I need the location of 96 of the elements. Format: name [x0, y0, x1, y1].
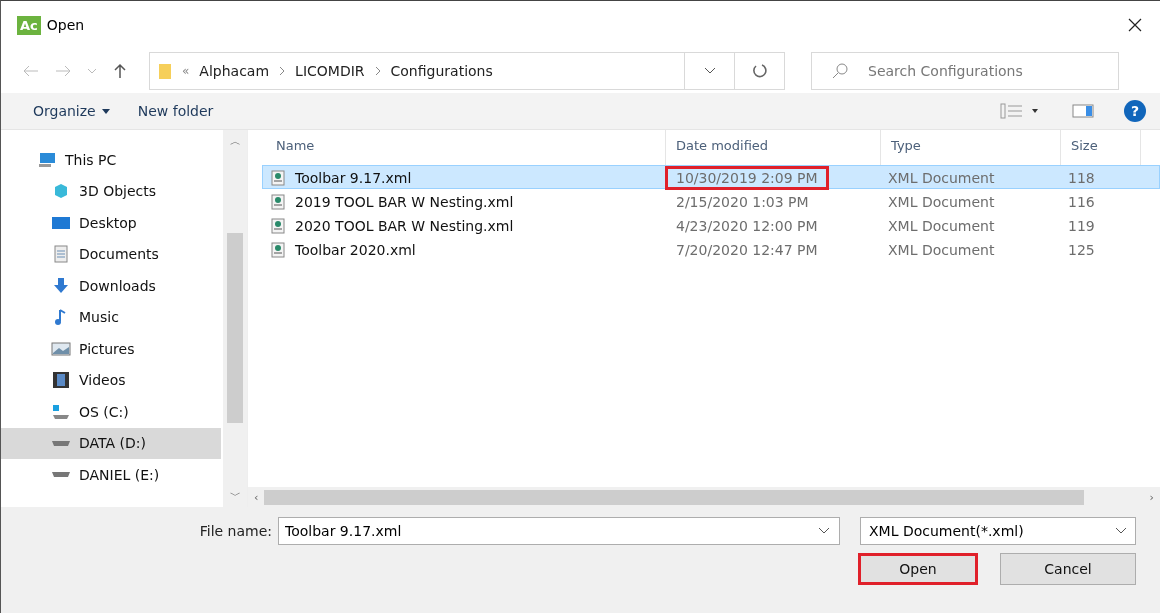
help-button[interactable]: ?	[1124, 100, 1146, 122]
sidebar-item[interactable]: Pictures	[1, 333, 221, 365]
preview-pane-button[interactable]	[1070, 102, 1096, 120]
chevron-down-icon	[87, 68, 97, 74]
recent-locations-button[interactable]	[85, 66, 99, 76]
file-name: 2019 TOOL BAR W Nesting.xml	[295, 194, 514, 210]
size-cell-text: 118	[1067, 170, 1096, 186]
file-row[interactable]: Toolbar 9.17.xml 10/30/2019 2:09 PM XML Document 118	[262, 165, 1160, 189]
app-logo: Ac	[17, 15, 41, 35]
picture-icon	[51, 339, 71, 358]
date-cell-text: 4/23/2020 12:00 PM	[675, 217, 819, 236]
path-overflow[interactable]: «	[182, 64, 190, 78]
sidebar-item[interactable]: Music	[1, 301, 221, 333]
drive-icon	[51, 472, 71, 478]
sidebar-label: Pictures	[79, 340, 135, 357]
chevron-down-icon	[1115, 527, 1127, 535]
sidebar-item[interactable]: OS (C:)	[1, 396, 221, 428]
sidebar-item[interactable]: 3D Objects	[1, 175, 221, 207]
folder-icon	[158, 62, 172, 80]
window-title: Open	[46, 17, 86, 33]
file-name: Toolbar 9.17.xml	[295, 170, 412, 186]
close-icon	[1128, 18, 1142, 32]
sidebar-label: Videos	[79, 372, 126, 389]
scroll-right-arrow[interactable]: ›	[1149, 486, 1154, 508]
xml-file-icon	[271, 170, 285, 186]
sidebar-label: Downloads	[79, 277, 156, 294]
xml-file-icon	[271, 194, 285, 210]
file-name: Toolbar 2020.xml	[295, 242, 416, 258]
back-button[interactable]	[21, 63, 41, 79]
document-icon	[51, 245, 71, 264]
sidebar-item[interactable]: DANIEL (E:)	[1, 459, 221, 491]
right-arrow-icon	[55, 65, 71, 77]
new-folder-button[interactable]: New folder	[137, 103, 970, 119]
vertical-scrollbar[interactable]: ︿ ﹀	[223, 130, 247, 507]
date-cell-text: 2/15/2020 1:03 PM	[675, 193, 810, 212]
address-bar[interactable]: « Alphacam LICOMDIR Configurations	[149, 52, 785, 90]
breadcrumb[interactable]: LICOMDIR	[295, 63, 365, 79]
sidebar-item[interactable]: Videos	[1, 364, 221, 396]
type-cell-text: XML Document	[887, 194, 996, 210]
organize-menu[interactable]: Organize	[33, 103, 110, 119]
date-cell-text: 7/20/2020 12:47 PM	[675, 241, 819, 260]
file-row[interactable]: 2020 TOOL BAR W Nesting.xml 4/23/2020 12:00 PM XML Document 119	[262, 213, 1160, 237]
pane-icon	[1072, 104, 1094, 118]
file-name-field[interactable]: Toolbar 9.17.xml	[278, 517, 840, 545]
xml-file-icon	[271, 218, 285, 234]
horizontal-scrollbar[interactable]: ‹ ›	[248, 487, 1160, 507]
sidebar-item[interactable]: DATA (D:)	[1, 427, 221, 459]
size-cell-text: 116	[1067, 194, 1096, 210]
search-icon	[831, 62, 849, 80]
drive-icon	[51, 402, 71, 421]
refresh-icon	[751, 63, 768, 79]
type-cell-text: XML Document	[887, 218, 996, 234]
sidebar-item[interactable]: Downloads	[1, 270, 221, 302]
size-cell-text: 119	[1067, 218, 1096, 234]
sidebar-item[interactable]: This PC	[1, 144, 221, 176]
sidebar-label: This PC	[65, 151, 117, 168]
sidebar-label: DANIEL (E:)	[79, 466, 160, 483]
scroll-up-arrow[interactable]: ︿	[229, 130, 241, 153]
sidebar-label: Desktop	[79, 214, 137, 231]
dialog-button[interactable]: Cancel	[1000, 553, 1136, 585]
chevron-down-icon	[818, 527, 830, 535]
sidebar-item[interactable]: Desktop	[1, 207, 221, 239]
scroll-down-arrow[interactable]: ﹀	[229, 484, 241, 507]
type-cell-text: XML Document	[887, 170, 996, 186]
file-row[interactable]: 2019 TOOL BAR W Nesting.xml 2/15/2020 1:03 PM XML Document 116	[262, 189, 1160, 213]
sidebar-item[interactable]: Documents	[1, 238, 221, 270]
file-type-dropdown[interactable]: XML Document(*.xml)	[860, 517, 1136, 545]
search-field[interactable]: Search Configurations	[811, 52, 1119, 90]
type-cell-text: XML Document	[887, 242, 996, 258]
chevron-down-icon	[703, 67, 716, 75]
sidebar-label: 3D Objects	[79, 183, 157, 200]
sidebar-label: Music	[79, 309, 119, 326]
file-row[interactable]: Toolbar 2020.xml 7/20/2020 12:47 PM XML Document 125	[262, 237, 1160, 261]
dialog-button[interactable]: Open	[858, 553, 978, 585]
up-arrow-icon	[113, 63, 127, 79]
down-arrow-icon	[51, 276, 71, 295]
sidebar-label: Documents	[79, 246, 159, 263]
left-arrow-icon	[23, 65, 39, 77]
caret-icon	[101, 108, 110, 114]
scroll-left-arrow[interactable]: ‹	[254, 486, 259, 508]
details-view-icon	[1000, 103, 1040, 119]
breadcrumb[interactable]: Alphacam	[199, 63, 270, 79]
computer-icon	[37, 150, 57, 169]
file-name: 2020 TOOL BAR W Nesting.xml	[295, 218, 514, 234]
sidebar-label: DATA (D:)	[79, 435, 146, 452]
xml-file-icon	[271, 242, 285, 258]
chevron-right-icon	[374, 66, 381, 76]
forward-button[interactable]	[53, 63, 73, 79]
chevron-right-icon	[279, 66, 286, 76]
film-icon	[51, 371, 71, 390]
drive-icon	[51, 440, 71, 446]
breadcrumb[interactable]: Configurations	[390, 63, 493, 79]
sidebar-label: OS (C:)	[79, 403, 129, 420]
file-name-label: File name:	[199, 523, 272, 539]
size-cell-text: 125	[1067, 242, 1096, 258]
date-cell: 10/30/2019 2:09 PM	[665, 166, 829, 190]
